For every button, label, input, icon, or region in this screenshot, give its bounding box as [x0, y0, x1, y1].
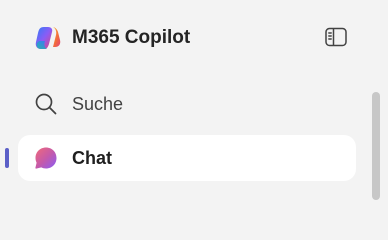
- nav-item-chat[interactable]: Chat: [18, 135, 356, 181]
- chat-icon: [35, 147, 57, 169]
- sidebar: M365 Copilot Suche Chat: [0, 0, 388, 200]
- nav-item-chat-label: Chat: [72, 148, 112, 168]
- sidebar-header: M365 Copilot: [0, 0, 388, 76]
- sidebar-toggle-button[interactable]: [320, 22, 352, 52]
- copilot-logo-icon: [35, 27, 61, 49]
- search-icon: [35, 93, 57, 115]
- app-title: M365 Copilot: [72, 27, 191, 48]
- scrollbar-thumb[interactable]: [372, 92, 380, 200]
- nav-item-search-label: Suche: [72, 94, 124, 114]
- nav-item-search[interactable]: Suche: [18, 81, 356, 127]
- active-indicator: [5, 148, 9, 168]
- sidebar-panel-icon: [325, 27, 347, 47]
- scrollbar[interactable]: [371, 92, 381, 200]
